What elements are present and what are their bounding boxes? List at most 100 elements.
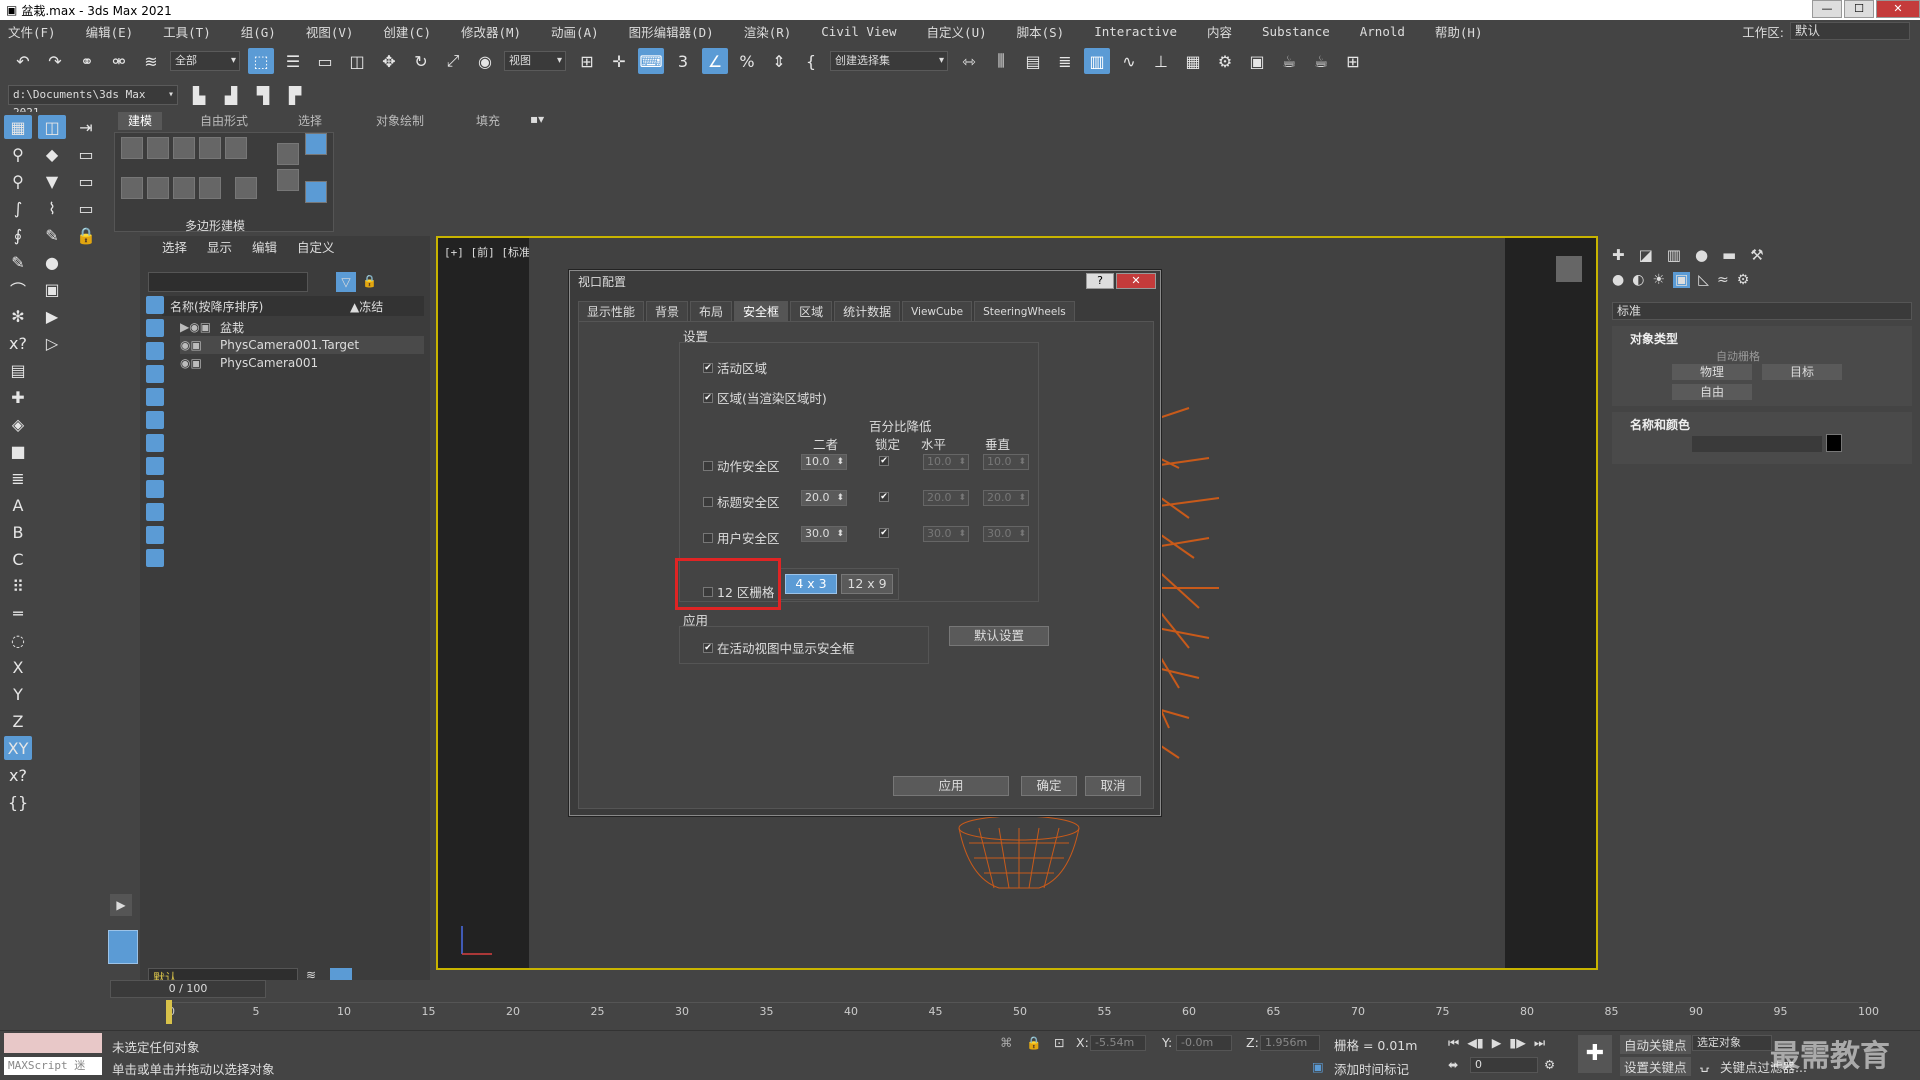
ribbon-btn-1[interactable] <box>121 137 143 159</box>
percent-snap-icon[interactable]: % <box>734 48 760 74</box>
display-tab-icon[interactable]: ▬ <box>1722 246 1736 264</box>
physical-camera-button[interactable]: 物理 <box>1672 364 1752 380</box>
ribbon-btn-12[interactable] <box>305 133 327 155</box>
maximize-button[interactable]: ☐ <box>1844 0 1874 18</box>
filter-geometry-icon[interactable] <box>146 296 164 314</box>
align-icon[interactable]: ⫼ <box>988 48 1014 74</box>
tab-regions[interactable]: 区域 <box>790 301 833 321</box>
sphere-icon[interactable]: ● <box>38 250 66 274</box>
selection-filter-dropdown[interactable]: 全部 <box>170 51 240 71</box>
angle-snap-icon[interactable]: ∠ <box>702 48 728 74</box>
title-safe-both-spinner[interactable]: 20.0 <box>801 490 847 506</box>
free-camera-button[interactable]: 自由 <box>1672 384 1752 400</box>
user-safe-both-spinner[interactable]: 30.0 <box>801 526 847 542</box>
unlink-icon[interactable]: ⚮ <box>106 48 132 74</box>
user-safe-lock-checkbox[interactable]: ✔ <box>879 528 893 538</box>
redo-icon[interactable]: ↷ <box>42 48 68 74</box>
z-coord-input[interactable]: 1.956m <box>1260 1035 1320 1051</box>
menu-2[interactable]: 工具(T) <box>163 22 211 41</box>
maxscript-listener[interactable] <box>4 1033 102 1053</box>
spline-icon[interactable]: ∫ <box>4 196 32 220</box>
ribbon-tab-modeling[interactable]: 建模 <box>118 112 163 130</box>
go-start-icon[interactable]: ⏮ <box>1448 1035 1459 1051</box>
ribbon-panel-label[interactable]: 多边形建模 <box>185 217 245 234</box>
grid-4x3-button[interactable]: 4 x 3 <box>785 574 837 594</box>
tab-steeringwheels[interactable]: SteeringWheels <box>974 301 1075 321</box>
ribbon-tab-object-paint[interactable]: 对象绘制 <box>376 112 424 130</box>
filter-bone-icon[interactable] <box>146 480 164 498</box>
menu-15[interactable]: Substance <box>1262 24 1330 39</box>
stack-icon[interactable]: ≣ <box>4 466 32 490</box>
layer-explorer-icon[interactable]: ≣ <box>1052 48 1078 74</box>
lock-small-icon[interactable]: 🔒 <box>362 274 377 288</box>
scene-explorer-icon[interactable]: ▤ <box>1020 48 1046 74</box>
ribbon-toggle-icon[interactable]: ▥ <box>1084 48 1110 74</box>
lasso-icon[interactable]: ⚲ <box>4 142 32 166</box>
xform-icon[interactable]: x? <box>4 331 32 355</box>
tab-layout[interactable]: 布局 <box>690 301 733 321</box>
selection-lock-icon[interactable]: 🔒 <box>1026 1035 1042 1051</box>
menu-13[interactable]: Interactive <box>1094 24 1177 39</box>
camera-view-icon[interactable]: ◫ <box>38 115 66 139</box>
shirt-icon[interactable]: ▼ <box>38 169 66 193</box>
link-icon[interactable]: ⚭ <box>74 48 100 74</box>
filter-spacewarp-icon[interactable] <box>146 411 164 429</box>
menu-4[interactable]: 视图(V) <box>306 22 354 41</box>
user-safe-vertical-spinner[interactable]: 30.0 <box>983 526 1029 542</box>
apply-button[interactable]: 应用 <box>893 776 1009 796</box>
fill-icon[interactable]: ◆ <box>38 142 66 166</box>
visibility-icon[interactable]: ◉▣ <box>180 356 220 370</box>
menu-1[interactable]: 编辑(E) <box>86 22 134 41</box>
name-input[interactable] <box>1692 436 1822 452</box>
ribbon-tab-freeform[interactable]: 自由形式 <box>200 112 248 130</box>
rendered-frame-icon[interactable]: ▣ <box>1244 48 1270 74</box>
dots-grid-icon[interactable]: ⠿ <box>4 574 32 598</box>
column-name[interactable]: 名称(按降序排序) <box>170 298 350 315</box>
menu-14[interactable]: 内容 <box>1207 22 1232 41</box>
ribbon-btn-13[interactable] <box>277 169 299 191</box>
filter-xref-icon[interactable] <box>146 457 164 475</box>
auto-key-button[interactable]: 自动关键点 <box>1620 1035 1691 1054</box>
tab-background[interactable]: 背景 <box>646 301 689 321</box>
filter-helper-icon[interactable] <box>146 388 164 406</box>
axis-help-icon[interactable]: x? <box>4 763 32 787</box>
menu-7[interactable]: 动画(A) <box>551 22 599 41</box>
modify-tab-icon[interactable]: ◪ <box>1639 246 1653 264</box>
prev-frame-icon[interactable]: ◀▮ <box>1467 1035 1484 1051</box>
action-safe-checkbox[interactable]: 动作安全区 <box>703 456 780 475</box>
grid-12x9-button[interactable]: 12 x 9 <box>841 574 893 594</box>
expand-arrow-icon[interactable]: ▶ <box>110 894 132 916</box>
scale-icon[interactable]: ⤢ <box>440 48 466 74</box>
show-in-active-view-checkbox[interactable]: ✔ 在活动视图中显示安全框 <box>703 638 855 657</box>
ribbon-tab-selection[interactable]: 选择 <box>298 112 322 130</box>
project-open-icon[interactable]: ▟ <box>218 82 244 108</box>
create-icon[interactable]: ▦ <box>4 115 32 139</box>
selected-object-dropdown[interactable]: 选定对象 <box>1692 1035 1772 1051</box>
axis-y-icon[interactable]: Y <box>4 682 32 706</box>
material-editor-icon[interactable]: ▦ <box>1180 48 1206 74</box>
circle-dots-icon[interactable]: ◌ <box>4 628 32 652</box>
title-safe-lock-checkbox[interactable]: ✔ <box>879 492 893 502</box>
pivot-icon[interactable]: ⊞ <box>574 48 600 74</box>
menu-10[interactable]: Civil View <box>821 24 896 39</box>
close-button[interactable]: ✕ <box>1876 0 1920 18</box>
menu-16[interactable]: Arnold <box>1360 24 1405 39</box>
window-crossing-icon[interactable]: ◫ <box>344 48 370 74</box>
utilities-tab-icon[interactable]: ⚒ <box>1750 246 1763 264</box>
region-checkbox[interactable]: ✔ 区域(当渲染区域时) <box>703 388 827 407</box>
current-frame-input[interactable]: 0 <box>1470 1057 1538 1073</box>
title-safe-vertical-spinner[interactable]: 20.0 <box>983 490 1029 506</box>
column-freeze[interactable]: ▲冻结 <box>350 298 383 315</box>
hierarchy-icon[interactable]: ⇥ <box>72 115 100 139</box>
paint-select-icon[interactable]: ⚲ <box>4 169 32 193</box>
project-path-dropdown[interactable]: d:\Documents\3ds Max 2021 <box>8 85 178 119</box>
visibility-icon[interactable]: ▶◉▣ <box>180 320 220 334</box>
scene-row[interactable]: ▶◉▣ 盆栽 <box>180 318 424 336</box>
measure-icon[interactable]: ═ <box>4 601 32 625</box>
rect-selection-icon[interactable]: ▭ <box>312 48 338 74</box>
scene-menu-select[interactable]: 选择 <box>162 237 187 256</box>
menu-12[interactable]: 脚本(S) <box>1017 22 1065 41</box>
scene-menu-display[interactable]: 显示 <box>207 237 232 256</box>
set-key-icon[interactable]: ✚ <box>1578 1035 1612 1073</box>
ribbon-options-icon[interactable]: ▪▾ <box>530 112 544 130</box>
